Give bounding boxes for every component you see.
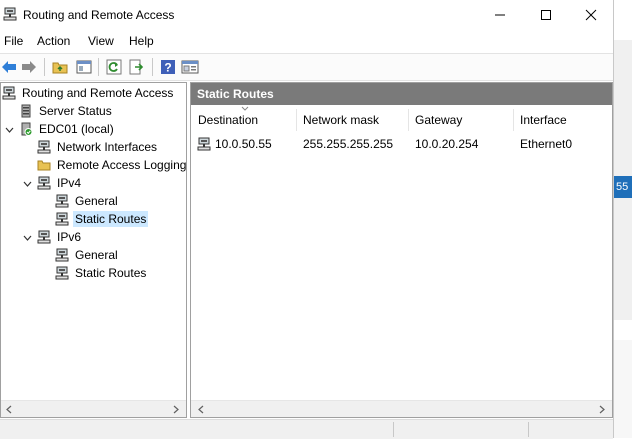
tree-horizontal-scrollbar[interactable] <box>1 400 186 417</box>
column-header-destination[interactable]: Destination <box>192 109 297 131</box>
show-hide-tree-icon[interactable] <box>75 58 93 76</box>
tree-item-ipv4[interactable]: IPv4 <box>36 174 83 192</box>
tree-label: Server Status <box>39 104 112 118</box>
minimize-button[interactable] <box>477 0 523 30</box>
tree-label: IPv6 <box>57 230 82 244</box>
menu-file[interactable]: File <box>4 34 23 48</box>
tree-item-ipv4-static-routes[interactable]: Static Routes <box>54 210 149 228</box>
tree-label: Network Interfaces <box>57 140 158 154</box>
back-icon[interactable] <box>0 58 18 76</box>
status-divider <box>528 422 529 437</box>
toolbar-separator <box>44 58 45 76</box>
routing-icon <box>54 247 70 263</box>
tree-label: Static Routes <box>75 266 147 280</box>
collapse-icon[interactable] <box>22 179 32 189</box>
cell-interface: Ethernet0 <box>520 137 573 151</box>
collapse-icon[interactable] <box>22 233 32 243</box>
tree-item-rras-root[interactable]: Routing and Remote Access <box>1 84 175 102</box>
column-header-network-mask[interactable]: Network mask <box>297 109 409 131</box>
console-tree[interactable]: Routing and Remote Access Server Status … <box>0 82 187 418</box>
help-icon[interactable]: ? <box>159 58 177 76</box>
tree-item-server-edc01[interactable]: EDC01 (local) <box>18 120 116 138</box>
cell-gateway: 10.0.20.254 <box>415 137 479 151</box>
status-bar <box>0 419 613 439</box>
tree-item-server-status[interactable]: Server Status <box>18 102 114 120</box>
column-header-interface[interactable]: Interface <box>514 109 612 131</box>
toolbar-separator <box>98 58 99 76</box>
routing-icon <box>36 175 52 191</box>
cell-destination: 10.0.50.55 <box>215 137 272 151</box>
routing-icon <box>54 193 70 209</box>
details-pane: Static Routes Destination Network mask G… <box>190 82 613 418</box>
menu-help[interactable]: Help <box>129 34 154 48</box>
column-header-gateway[interactable]: Gateway <box>409 109 514 131</box>
routing-icon <box>54 265 70 281</box>
scroll-right-icon[interactable] <box>168 402 184 416</box>
scroll-left-icon[interactable] <box>193 402 209 416</box>
menu-action[interactable]: Action <box>37 34 70 48</box>
window-title: Routing and Remote Access <box>23 8 175 22</box>
server-icon <box>1 85 17 101</box>
details-header: Static Routes <box>191 83 612 105</box>
background-panel <box>614 340 632 438</box>
tree-label: Static Routes <box>73 211 149 227</box>
background-window: 55 <box>614 0 632 438</box>
toolbar-separator <box>152 58 153 76</box>
server-online-icon <box>18 121 34 137</box>
folder-icon <box>36 157 52 173</box>
collapse-icon[interactable] <box>4 125 14 135</box>
network-interfaces-icon <box>36 139 52 155</box>
tree-item-ipv6-static-routes[interactable]: Static Routes <box>54 264 148 282</box>
tree-label: IPv4 <box>57 176 82 190</box>
cell-network-mask: 255.255.255.255 <box>303 137 394 151</box>
routing-icon <box>54 211 70 227</box>
close-button[interactable] <box>568 0 614 30</box>
tree-item-ipv4-general[interactable]: General <box>54 192 120 210</box>
properties-icon[interactable] <box>181 58 199 76</box>
tree-item-network-interfaces[interactable]: Network Interfaces <box>36 138 159 156</box>
tree-item-ipv6[interactable]: IPv6 <box>36 228 83 246</box>
route-icon <box>197 135 211 153</box>
status-divider <box>393 422 394 437</box>
tree-label: General <box>75 248 118 262</box>
rras-window: Routing and Remote Access File Action Vi… <box>0 0 614 439</box>
title-bar[interactable]: Routing and Remote Access <box>0 0 613 30</box>
tree-label: Remote Access Logging <box>57 158 187 172</box>
scroll-left-icon[interactable] <box>1 402 17 416</box>
menu-bar: File Action View Help <box>0 31 613 51</box>
maximize-button[interactable] <box>523 0 569 30</box>
tree-item-remote-access-logging[interactable]: Remote Access Logging <box>36 156 187 174</box>
details-horizontal-scrollbar[interactable] <box>191 400 612 417</box>
refresh-icon[interactable] <box>105 58 123 76</box>
tree-label: EDC01 (local) <box>39 122 114 136</box>
background-highlight: 55 <box>614 176 632 198</box>
up-folder-icon[interactable] <box>51 58 69 76</box>
toolbar: ? <box>0 53 613 81</box>
scroll-right-icon[interactable] <box>594 402 610 416</box>
server-status-icon <box>18 103 34 119</box>
tree-item-ipv6-general[interactable]: General <box>54 246 120 264</box>
export-list-icon[interactable] <box>128 58 146 76</box>
routing-icon <box>36 229 52 245</box>
tree-label: General <box>75 194 118 208</box>
forward-icon[interactable] <box>20 58 38 76</box>
tree-label: Routing and Remote Access <box>22 86 174 100</box>
menu-view[interactable]: View <box>88 34 114 48</box>
rras-app-icon <box>3 7 17 21</box>
svg-text:?: ? <box>164 61 171 75</box>
